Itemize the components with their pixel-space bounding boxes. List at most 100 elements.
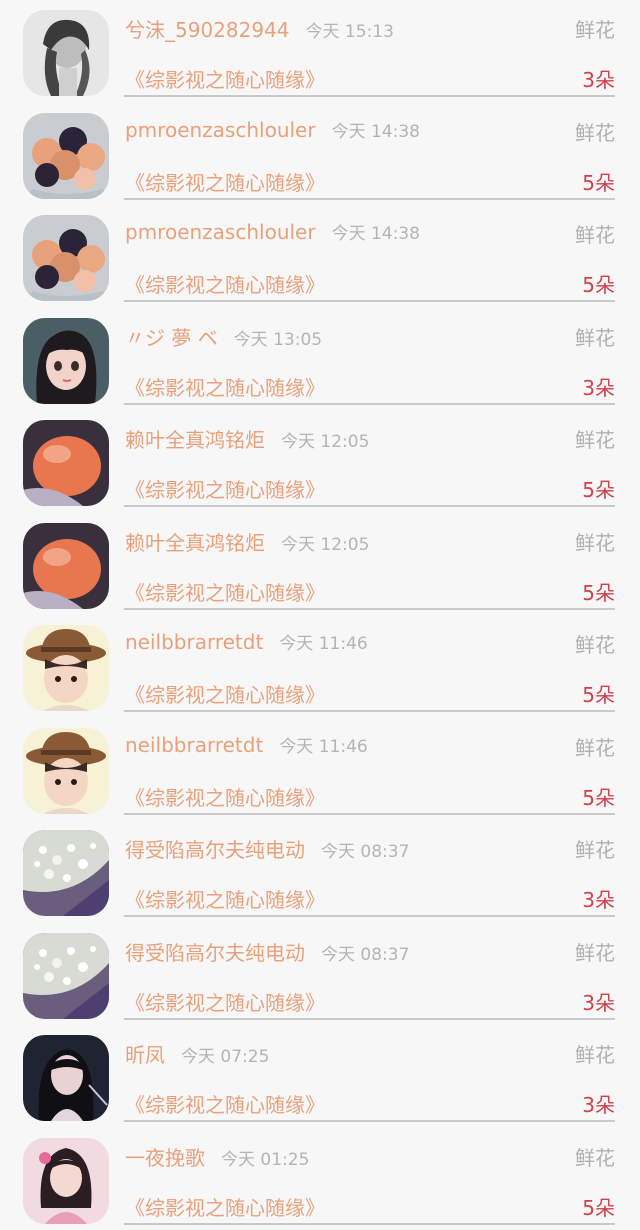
gift-record-row[interactable]: 赖叶全真鸿铭炬今天 12:05 鲜花《综影视之随心随缘》 5朵 <box>0 410 640 513</box>
gift-amount: 3朵 <box>582 884 615 913</box>
username[interactable]: neilbbrarretdt <box>125 630 263 654</box>
rose-bouquet-avatar-icon[interactable] <box>23 113 109 199</box>
username[interactable]: pmroenzaschlouler <box>125 118 316 142</box>
gift-record-row[interactable]: 得受陷高尔夫纯电动今天 08:37 鲜花《综影视之随心随缘》 3朵 <box>0 923 640 1026</box>
username-line: 赖叶全真鸿铭炬今天 12:05 <box>125 424 369 453</box>
gift-type-label: 鲜花 <box>575 322 615 351</box>
book-title-link[interactable]: 《综影视之随心随缘》 <box>125 372 325 401</box>
gift-amount: 3朵 <box>582 1089 615 1118</box>
child-hat-avatar-icon[interactable] <box>23 625 109 711</box>
row-divider <box>124 915 615 917</box>
username-line: 一夜挽歌今天 01:25 <box>125 1142 309 1171</box>
gift-record-row[interactable]: 兮沫_590282944今天 15:13鲜花《综影视之随心随缘》3朵 <box>0 0 640 103</box>
username-line: 兮沫_590282944今天 15:13 <box>125 14 394 43</box>
gift-amount: 3朵 <box>582 987 615 1016</box>
pink-girl-avatar-icon[interactable] <box>23 1138 109 1224</box>
username[interactable]: 得受陷高尔夫纯电动 <box>125 941 305 965</box>
gift-amount: 5朵 <box>582 679 615 708</box>
babys-breath-avatar-icon[interactable] <box>23 933 109 1019</box>
username-line: pmroenzaschlouler今天 14:38 <box>125 219 420 244</box>
timestamp: 今天 13:05 <box>234 330 322 350</box>
username[interactable]: 得受陷高尔夫纯电动 <box>125 838 305 862</box>
username-line: neilbbrarretdt 今天 11:46 <box>125 629 368 654</box>
gift-type-label: 鲜花 <box>575 219 615 248</box>
gift-record-list: 兮沫_590282944今天 15:13鲜花《综影视之随心随缘》3朵pmroen… <box>0 0 640 1230</box>
username-line: 赖叶全真鸿铭炬今天 12:05 <box>125 527 369 556</box>
username[interactable]: neilbbrarretdt <box>125 733 263 757</box>
timestamp: 今天 12:05 <box>281 432 369 452</box>
babys-breath-avatar-icon[interactable] <box>23 830 109 916</box>
username[interactable]: 兮沫_590282944 <box>125 18 290 42</box>
orange-stone-avatar-icon[interactable] <box>23 420 109 506</box>
username[interactable]: 一夜挽歌 <box>125 1146 205 1170</box>
timestamp: 今天 07:25 <box>181 1047 269 1067</box>
gift-amount: 5朵 <box>582 1192 615 1221</box>
row-divider <box>124 608 615 610</box>
username-line: 得受陷高尔夫纯电动今天 08:37 <box>125 937 409 966</box>
timestamp: 今天 11:46 <box>279 634 367 654</box>
gift-record-row[interactable]: 赖叶全真鸿铭炬今天 12:05鲜花《综影视之随心随缘》5朵 <box>0 513 640 616</box>
book-title-link[interactable]: 《综影视之随心随缘》 <box>125 167 325 196</box>
gift-type-label: 鲜花 <box>575 117 615 146</box>
username-line: 昕凤今天 07:25 <box>125 1039 269 1068</box>
timestamp: 今天 08:37 <box>321 945 409 965</box>
book-title-link[interactable]: 《综影视之随心随缘》 <box>125 884 325 913</box>
book-title-link[interactable]: 《综影视之随心随缘》 <box>125 1192 325 1221</box>
gift-amount: 3朵 <box>582 64 615 93</box>
row-divider <box>124 1223 615 1225</box>
username-line: pmroenzaschlouler 今天 14:38 <box>125 117 420 142</box>
book-title-link[interactable]: 《综影视之随心随缘》 <box>125 577 325 606</box>
username[interactable]: 赖叶全真鸿铭炬 <box>125 531 265 555</box>
gift-record-row[interactable]: pmroenzaschlouler今天 14:38 鲜花《综影视之随心随缘》 5朵 <box>0 205 640 308</box>
gift-type-label: 鲜花 <box>575 1142 615 1171</box>
book-title-link[interactable]: 《综影视之随心随缘》 <box>125 679 325 708</box>
gift-record-row[interactable]: neilbbrarretdt今天 11:46鲜花《综影视之随心随缘》5朵 <box>0 718 640 821</box>
book-title-link[interactable]: 《综影视之随心随缘》 <box>125 987 325 1016</box>
book-title-link[interactable]: 《综影视之随心随缘》 <box>125 269 325 298</box>
gift-record-row[interactable]: pmroenzaschlouler 今天 14:38 鲜花《综影视之随心随缘》 5朵 <box>0 103 640 206</box>
row-divider <box>124 1120 615 1122</box>
timestamp: 今天 14:38 <box>332 122 420 142</box>
child-hat-avatar-icon[interactable] <box>23 728 109 814</box>
gift-record-row[interactable]: 得受陷高尔夫纯电动今天 08:37 鲜花《综影视之随心随缘》 3朵 <box>0 820 640 923</box>
girl-bw-avatar-icon[interactable] <box>23 10 109 96</box>
gift-record-row[interactable]: 一夜挽歌今天 01:25 鲜花《综影视之随心随缘》 5朵 <box>0 1128 640 1230</box>
gift-type-label: 鲜花 <box>575 732 615 761</box>
gift-record-row[interactable]: neilbbrarretdt 今天 11:46 鲜花《综影视之随心随缘》 5朵 <box>0 615 640 718</box>
gift-type-label: 鲜花 <box>575 937 615 966</box>
book-title-link[interactable]: 《综影视之随心随缘》 <box>125 474 325 503</box>
book-title-link[interactable]: 《综影视之随心随缘》 <box>125 782 325 811</box>
timestamp: 今天 12:05 <box>281 535 369 555</box>
username[interactable]: 赖叶全真鸿铭炬 <box>125 428 265 452</box>
gift-amount: 5朵 <box>582 269 615 298</box>
row-divider <box>124 198 615 200</box>
gift-type-label: 鲜花 <box>575 424 615 453</box>
row-divider <box>124 813 615 815</box>
username[interactable]: 〃ジ 夢 ベ <box>125 326 218 350</box>
row-divider <box>124 300 615 302</box>
gift-type-label: 鲜花 <box>575 834 615 863</box>
username[interactable]: 昕凤 <box>125 1043 165 1067</box>
row-divider <box>124 505 615 507</box>
dark-hair-girl-avatar-icon[interactable] <box>23 1035 109 1121</box>
username-line: 〃ジ 夢 ベ今天 13:05 <box>125 322 322 351</box>
row-divider <box>124 95 615 97</box>
rose-bouquet-avatar-icon[interactable] <box>23 215 109 301</box>
gift-amount: 5朵 <box>582 474 615 503</box>
row-divider <box>124 403 615 405</box>
timestamp: 今天 08:37 <box>321 842 409 862</box>
username[interactable]: pmroenzaschlouler <box>125 220 316 244</box>
book-title-link[interactable]: 《综影视之随心随缘》 <box>125 64 325 93</box>
row-divider <box>124 710 615 712</box>
gift-record-row[interactable]: 昕凤今天 07:25 鲜花《综影视之随心随缘》 3朵 <box>0 1025 640 1128</box>
row-divider <box>124 1018 615 1020</box>
orange-stone-avatar-icon[interactable] <box>23 523 109 609</box>
anime-girl-avatar-icon[interactable] <box>23 318 109 404</box>
gift-type-label: 鲜花 <box>575 1039 615 1068</box>
book-title-link[interactable]: 《综影视之随心随缘》 <box>125 1089 325 1118</box>
gift-amount: 3朵 <box>582 372 615 401</box>
gift-amount: 5朵 <box>582 782 615 811</box>
gift-record-row[interactable]: 〃ジ 夢 ベ今天 13:05 鲜花《综影视之随心随缘》 3朵 <box>0 308 640 411</box>
gift-amount: 5朵 <box>582 167 615 196</box>
gift-type-label: 鲜花 <box>575 629 615 658</box>
